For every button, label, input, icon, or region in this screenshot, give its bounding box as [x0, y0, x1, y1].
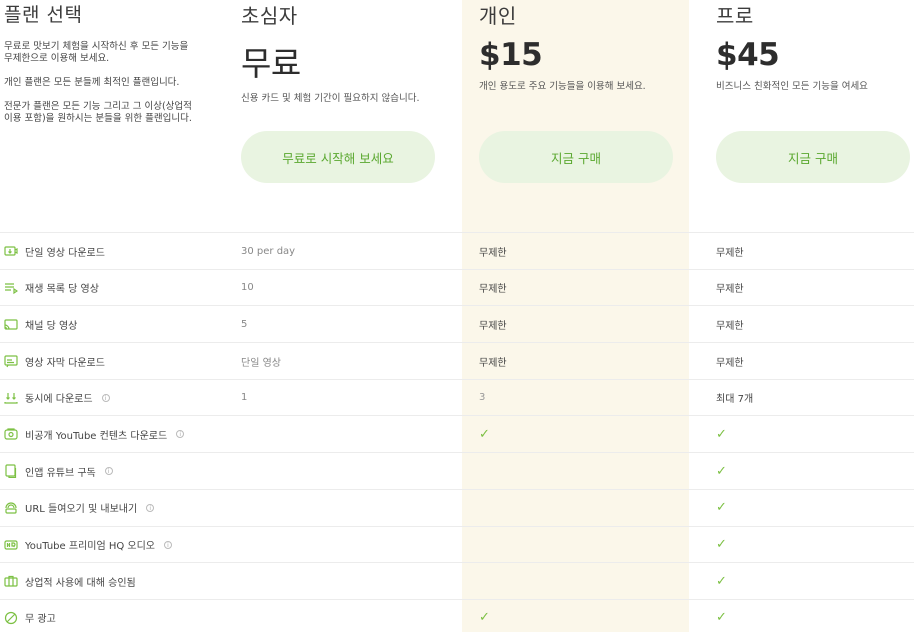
feature-label: 재생 목록 당 영상 [25, 284, 99, 296]
intro-text-1: 무료로 맛보기 체험을 시작하신 후 모든 기능을 무제한으로 이용해 보세요. [4, 41, 189, 64]
feature-row: 단일 영상 다운로드 30 per day 무제한 무제한 [0, 232, 914, 269]
info-icon[interactable]: i [101, 393, 110, 402]
plan-intro: 플랜 선택 무료로 맛보기 체험을 시작하신 후 모든 기능을 무제한으로 이용… [4, 0, 194, 125]
feature-row: 동시에 다운로드 i 1 3 최대 7개 [0, 378, 914, 416]
personal-value: 무제한 [479, 284, 507, 296]
feature-label: 상업적 사용에 대해 승인됨 [25, 577, 136, 589]
plan-description: 개인 용도로 주요 기능들을 이용해 보세요. [479, 81, 646, 92]
feature-label-cell: 재생 목록 당 영상 [4, 270, 99, 306]
feature-label: 동시에 다운로드 [25, 394, 93, 406]
url-import-icon [4, 501, 18, 515]
feature-row: 인앱 유튜브 구독 i ✓ [0, 452, 914, 489]
starter-value: 단일 영상 [241, 357, 281, 369]
starter-value: 10 [241, 282, 254, 294]
feature-label: 채널 당 영상 [25, 320, 78, 332]
pro-value: 무제한 [716, 357, 744, 369]
pro-value: 최대 7개 [716, 394, 754, 406]
feature-label-cell: 인앱 유튜브 구독 i [4, 453, 113, 489]
personal-value: 무제한 [479, 357, 507, 369]
feature-table: 단일 영상 다운로드 30 per day 무제한 무제한 재생 목록 당 영상 10 무제… [0, 232, 914, 632]
feature-row: URL 들여오기 및 내보내기 i ✓ [0, 488, 914, 526]
pro-check-icon: ✓ [716, 537, 727, 552]
feature-label-cell: 동시에 다운로드 i [4, 380, 110, 416]
feature-label: 단일 영상 다운로드 [25, 247, 105, 259]
subtitles-icon [4, 354, 18, 368]
briefcase-icon [4, 574, 18, 588]
feature-label: YouTube 프리미엄 HQ 오디오 [25, 541, 155, 552]
start-free-button[interactable]: 무료로 시작해 보세요 [241, 131, 435, 183]
personal-value: 3 [479, 392, 486, 404]
info-icon[interactable]: i [164, 540, 172, 549]
pro-check-icon: ✓ [716, 573, 727, 589]
plan-description: 비즈니스 친화적인 모든 기능을 여세요 [716, 81, 868, 92]
buy-pro-button[interactable]: 지금 구매 [716, 131, 910, 183]
starter-value: 5 [241, 318, 248, 330]
feature-label-cell: 무 광고 [4, 600, 56, 632]
playlist-icon [4, 281, 19, 295]
starter-value: 1 [241, 392, 248, 404]
plan-personal: 개인 $15 개인 용도로 주요 기능들을 이용해 보세요. [479, 0, 675, 109]
feature-label: 인앱 유튜브 구독 [25, 467, 96, 479]
no-ads-icon [4, 611, 18, 625]
feature-label: URL 들여오기 및 내보내기 [25, 504, 138, 516]
info-icon[interactable]: i [176, 430, 185, 439]
plan-price: $45 [716, 37, 780, 73]
page-title: 플랜 선택 [4, 4, 83, 26]
feature-row: 재생 목록 당 영상 10 무제한 무제한 [0, 268, 914, 306]
feature-row: 채널 당 영상 5 무제한 무제한 [0, 305, 914, 342]
intro-text-3: 전문가 플랜은 모든 기능 그리고 그 이상(상업적 이용 포함)을 원하시는 … [4, 101, 192, 124]
channel-icon [4, 317, 18, 331]
feature-row: 비공개 YouTube 컨텐츠 다운로드 i ✓ ✓ [0, 415, 914, 452]
feature-label-cell: 단일 영상 다운로드 [4, 233, 105, 269]
feature-label-cell: YouTube 프리미엄 HQ 오디오 i [4, 527, 172, 563]
feature-label-cell: 비공개 YouTube 컨텐츠 다운로드 i [4, 416, 185, 452]
info-icon[interactable]: i [146, 503, 155, 512]
pro-value: 무제한 [716, 320, 744, 332]
plan-starter: 초심자 무료 신용 카드 및 체험 기간이 필요하지 않습니다. [241, 0, 437, 121]
feature-row: 영상 자막 다운로드 단일 영상 무제한 무제한 [0, 342, 914, 379]
pro-check-icon: ✓ [716, 463, 727, 479]
intro-description: 무료로 맛보기 체험을 시작하신 후 모든 기능을 무제한으로 이용해 보세요.… [4, 41, 194, 125]
pro-check-icon: ✓ [716, 610, 727, 626]
private-content-icon [4, 427, 18, 441]
personal-value: 무제한 [479, 247, 507, 259]
feature-row: 상업적 사용에 대해 승인됨 ✓ [0, 562, 914, 599]
plan-description: 신용 카드 및 체험 기간이 필요하지 않습니다. [241, 93, 420, 104]
feature-label-cell: URL 들여오기 및 내보내기 i [4, 490, 155, 526]
starter-value: 30 per day [241, 245, 296, 257]
feature-label-cell: 상업적 사용에 대해 승인됨 [4, 563, 136, 599]
pro-value: 무제한 [716, 284, 744, 296]
intro-text-2: 개인 플랜은 모든 분들께 최적인 플랜입니다. [4, 77, 180, 88]
feature-label: 영상 자막 다운로드 [25, 357, 105, 369]
plan-pro: 프로 $45 비즈니스 친화적인 모든 기능을 여세요 [716, 0, 912, 109]
subscription-icon [4, 464, 18, 479]
pro-check-icon: ✓ [716, 500, 727, 516]
video-download-icon [4, 244, 18, 258]
info-icon[interactable]: i [104, 467, 113, 476]
feature-label-cell: 채널 당 영상 [4, 306, 77, 342]
pro-check-icon: ✓ [716, 426, 727, 442]
feature-row: 무 광고 ✓ ✓ [0, 598, 914, 632]
feature-label-cell: 영상 자막 다운로드 [4, 343, 105, 379]
feature-row: YouTube 프리미엄 HQ 오디오 i ✓ [0, 525, 914, 563]
plan-price: $15 [479, 37, 543, 73]
plan-price: 무료 [241, 44, 301, 83]
hq-audio-icon [4, 538, 18, 552]
plan-name: 초심자 [241, 4, 298, 28]
personal-check-icon: ✓ [479, 426, 490, 442]
personal-value: 무제한 [479, 320, 507, 332]
feature-label: 비공개 YouTube 컨텐츠 다운로드 [25, 430, 168, 442]
pro-value: 무제한 [716, 247, 744, 259]
plan-name: 프로 [716, 4, 754, 28]
simultaneous-download-icon [4, 391, 18, 405]
plan-name: 개인 [479, 4, 517, 28]
feature-label: 무 광고 [25, 614, 56, 626]
buy-personal-button[interactable]: 지금 구매 [479, 131, 673, 183]
personal-check-icon: ✓ [479, 610, 490, 626]
